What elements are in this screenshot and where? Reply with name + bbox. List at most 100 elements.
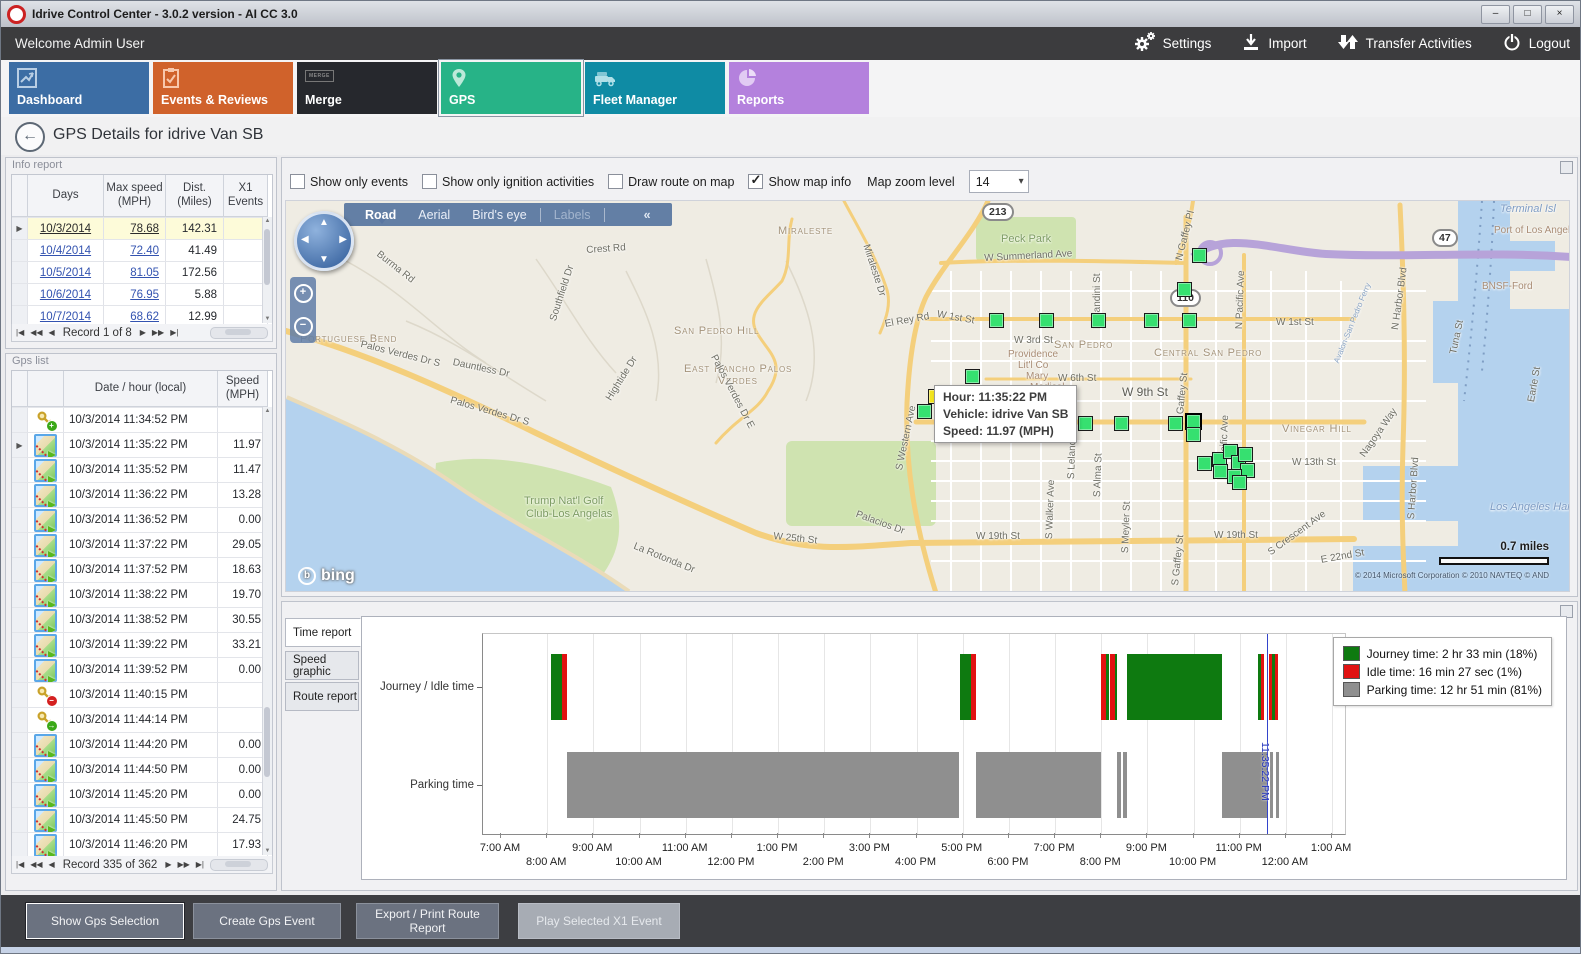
gps-row[interactable]: 10/3/2014 11:39:52 PM0.00 [12,658,272,683]
gps-row[interactable]: 10/3/2014 11:45:50 PM24.75 [12,808,272,833]
max-speed-link[interactable]: 76.95 [130,289,159,301]
tab-dashboard[interactable]: Dashboard [9,62,149,114]
column-header[interactable]: Date / hour (local) [64,371,218,407]
map-style-road[interactable]: Road [354,208,407,222]
gps-marker[interactable] [1177,282,1192,297]
menu-action-settings[interactable]: Settings [1134,31,1212,56]
map-panel-maximize-icon[interactable] [1560,161,1573,174]
map-style-aerial[interactable]: Aerial [407,208,461,222]
footer-button-show-gps-selection[interactable]: Show Gps Selection [26,903,184,939]
gps-marker[interactable] [917,404,932,419]
tab-reports[interactable]: Reports [729,62,869,114]
checkbox-show-map-info[interactable]: Show map info [748,174,851,189]
pager-fastback-icon[interactable]: ◀◀ [30,860,42,869]
max-speed-cell[interactable]: 72.40 [104,240,166,261]
days-cell[interactable]: 10/4/2014 [28,240,104,261]
gps-vertical-scrollbar[interactable]: ▲▼ [262,407,272,855]
day-link[interactable]: 10/3/2014 [40,223,91,235]
day-link[interactable]: 10/5/2014 [40,267,91,279]
close-button[interactable]: × [1545,5,1574,24]
unchecked-checkbox-icon[interactable] [422,174,437,189]
gps-row[interactable]: →10/3/2014 11:44:14 PM [12,708,272,733]
gps-row[interactable]: ▶10/3/2014 11:35:22 PM11.97 [12,433,272,458]
gps-row[interactable]: 10/3/2014 11:46:20 PM17.93 [12,833,272,858]
gps-row[interactable]: 10/3/2014 11:45:20 PM0.00 [12,783,272,808]
pager-first-icon[interactable]: |◀ [16,328,24,337]
column-header[interactable]: Dist. (Miles) [166,175,224,217]
scroll-thumb[interactable] [264,229,270,285]
pager-first-icon[interactable]: |◀ [16,860,24,869]
day-link[interactable]: 10/4/2014 [40,245,91,257]
gps-row[interactable]: 10/3/2014 11:37:52 PM18.63 [12,558,272,583]
gps-marker[interactable] [1078,416,1093,431]
menu-action-import[interactable]: Import [1241,32,1306,55]
gps-marker[interactable] [1091,313,1106,328]
map-compass[interactable]: ▲▼ ◀▶ [294,211,354,271]
gps-marker[interactable] [1039,313,1054,328]
time-cursor-line[interactable] [1267,634,1268,834]
menu-action-logout[interactable]: Logout [1502,32,1570,55]
gps-row[interactable]: +10/3/2014 11:34:52 PM [12,408,272,433]
pager-last-icon[interactable]: ▶| [196,860,204,869]
gps-marker[interactable] [1192,248,1207,263]
back-button[interactable]: ← [15,122,45,152]
gps-marker[interactable] [965,369,980,384]
pager-prev-icon[interactable]: ◀ [49,860,55,869]
day-link[interactable]: 10/6/2014 [40,289,91,301]
max-speed-link[interactable]: 72.40 [130,245,159,257]
max-speed-link[interactable]: 68.62 [130,311,159,323]
pager-next-icon[interactable]: ▶ [140,328,146,337]
column-header[interactable]: X1 Events [224,175,268,217]
gps-row[interactable]: 10/3/2014 11:44:20 PM0.00 [12,733,272,758]
bing-map[interactable]: MiralesteMiraleste DrCrest RdBurma RdSou… [285,200,1570,592]
pager-fastfwd-icon[interactable]: ▶▶ [152,328,164,337]
max-speed-link[interactable]: 81.05 [130,267,159,279]
footer-button-create-gps-event[interactable]: Create Gps Event [193,903,341,939]
pager-h-scrollbar[interactable] [210,327,268,339]
gps-marker[interactable] [989,313,1004,328]
chart-tab-time-report[interactable]: Time report [285,618,361,647]
pager-fastfwd-icon[interactable]: ▶▶ [177,860,189,869]
gps-marker[interactable] [1114,416,1129,431]
max-speed-cell[interactable]: 78.68 [104,218,166,239]
gps-row[interactable]: 10/3/2014 11:36:52 PM0.00 [12,508,272,533]
gps-marker[interactable] [1197,456,1212,471]
days-cell[interactable]: 10/5/2014 [28,262,104,283]
table-row[interactable]: 10/4/201472.4041.49 [12,240,272,262]
map-zoom-out-icon[interactable]: − [294,317,313,336]
scroll-thumb[interactable] [264,707,270,777]
column-header[interactable]: Max speed (MPH) [104,175,166,217]
minimize-button[interactable]: – [1481,5,1510,24]
column-header[interactable]: Days [28,175,104,217]
table-row[interactable]: 10/5/201481.05172.56 [12,262,272,284]
map-zoom-level-select[interactable]: 14 [969,170,1029,193]
pager-fastback-icon[interactable]: ◀◀ [30,328,42,337]
checkbox-show-only-events[interactable]: Show only events [290,174,408,189]
footer-button-export-print-route-report[interactable]: Export / Print Route Report [356,903,499,939]
info-vertical-scrollbar[interactable]: ▲▼ [262,217,272,323]
pager-next-icon[interactable]: ▶ [165,860,171,869]
gps-marker[interactable] [1144,313,1159,328]
gps-marker[interactable] [1232,475,1247,490]
gps-marker[interactable] [1238,447,1253,462]
column-header[interactable]: Speed (MPH) [218,371,268,407]
map-style-bird-s-eye[interactable]: Bird's eye [461,208,538,222]
scroll-up-icon[interactable]: ▲ [263,218,272,224]
gps-row[interactable]: −10/3/2014 11:40:15 PM [12,683,272,708]
table-row[interactable]: 10/6/201476.955.88 [12,284,272,306]
map-style-labels[interactable]: Labels [543,208,602,222]
gps-marker[interactable] [1213,464,1228,479]
table-row[interactable]: ▶10/3/201478.68142.31 [12,218,272,240]
gps-marker[interactable] [1186,427,1201,442]
map-nav-collapse-icon[interactable]: « [633,208,662,222]
maximize-button[interactable]: □ [1513,5,1542,24]
gps-row[interactable]: 10/3/2014 11:39:22 PM33.21 [12,633,272,658]
pager-prev-icon[interactable]: ◀ [49,328,55,337]
max-speed-link[interactable]: 78.68 [130,223,159,235]
gps-row[interactable]: 10/3/2014 11:44:50 PM0.00 [12,758,272,783]
pager-h-thumb[interactable] [225,861,251,867]
tab-fleet-manager[interactable]: Fleet Manager [585,62,725,114]
scroll-down-icon[interactable]: ▼ [263,316,272,322]
chart-tab-speed-graphic[interactable]: Speed graphic [285,651,359,680]
gps-marker[interactable] [1168,416,1183,431]
